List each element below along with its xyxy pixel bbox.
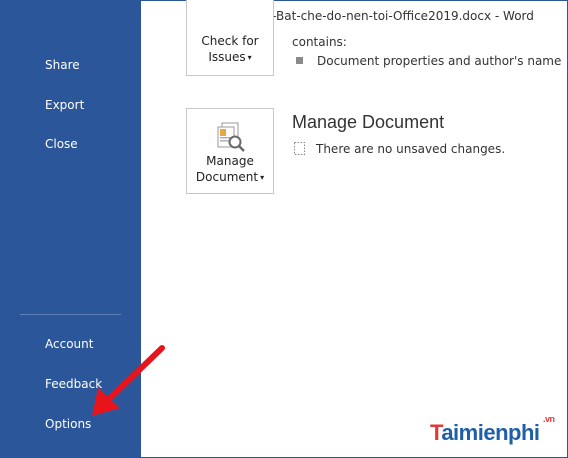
unsaved-document-icon xyxy=(294,142,305,155)
sidebar-item-label: Account xyxy=(45,337,94,351)
check-for-issues-button[interactable]: Check for Issues ▾ xyxy=(186,0,274,76)
manage-document-heading: Manage Document xyxy=(292,112,445,132)
sidebar-item-close[interactable]: Close xyxy=(0,128,141,160)
sidebar-item-share[interactable]: Share xyxy=(0,49,141,81)
sidebar-item-label: Close xyxy=(45,137,78,151)
sidebar-item-export[interactable]: Export xyxy=(0,89,141,121)
manage-info-text: There are no unsaved changes. xyxy=(316,142,506,156)
inspect-bullet-item: Document properties and author's name xyxy=(296,54,561,68)
taimienphi-logo: Taimienphi .vn xyxy=(430,414,555,446)
button-label-line1: Check for xyxy=(201,34,259,48)
red-arrow-icon xyxy=(92,345,165,416)
manage-document-button[interactable]: Manage Document ▾ xyxy=(186,108,274,194)
logo-tld-text: .vn xyxy=(543,414,555,424)
sidebar-item-label: Share xyxy=(45,58,80,72)
button-label-line2-wrap: Issues ▾ xyxy=(187,49,273,66)
sidebar-divider xyxy=(20,314,121,315)
dropdown-caret-icon: ▾ xyxy=(260,172,265,182)
button-label-line2: Issues xyxy=(208,50,246,64)
button-label-line2-wrap: Document ▾ xyxy=(187,169,273,186)
logo-brand-text: aimienphi xyxy=(441,420,540,445)
bullet-text: Document properties and author's name xyxy=(317,54,562,68)
dropdown-caret-icon: ▾ xyxy=(247,52,252,62)
button-label-line2: Document xyxy=(195,170,259,184)
bullet-square-icon xyxy=(296,57,303,64)
manage-document-icon xyxy=(217,122,245,152)
button-label-line1: Manage xyxy=(206,154,254,168)
logo-t-glyph: T xyxy=(430,420,442,445)
inspect-contains-label: contains: xyxy=(292,35,347,49)
sidebar-item-label: Export xyxy=(45,98,85,112)
sidebar-item-label: Options xyxy=(45,417,92,431)
manage-info-row: There are no unsaved changes. xyxy=(293,142,505,157)
